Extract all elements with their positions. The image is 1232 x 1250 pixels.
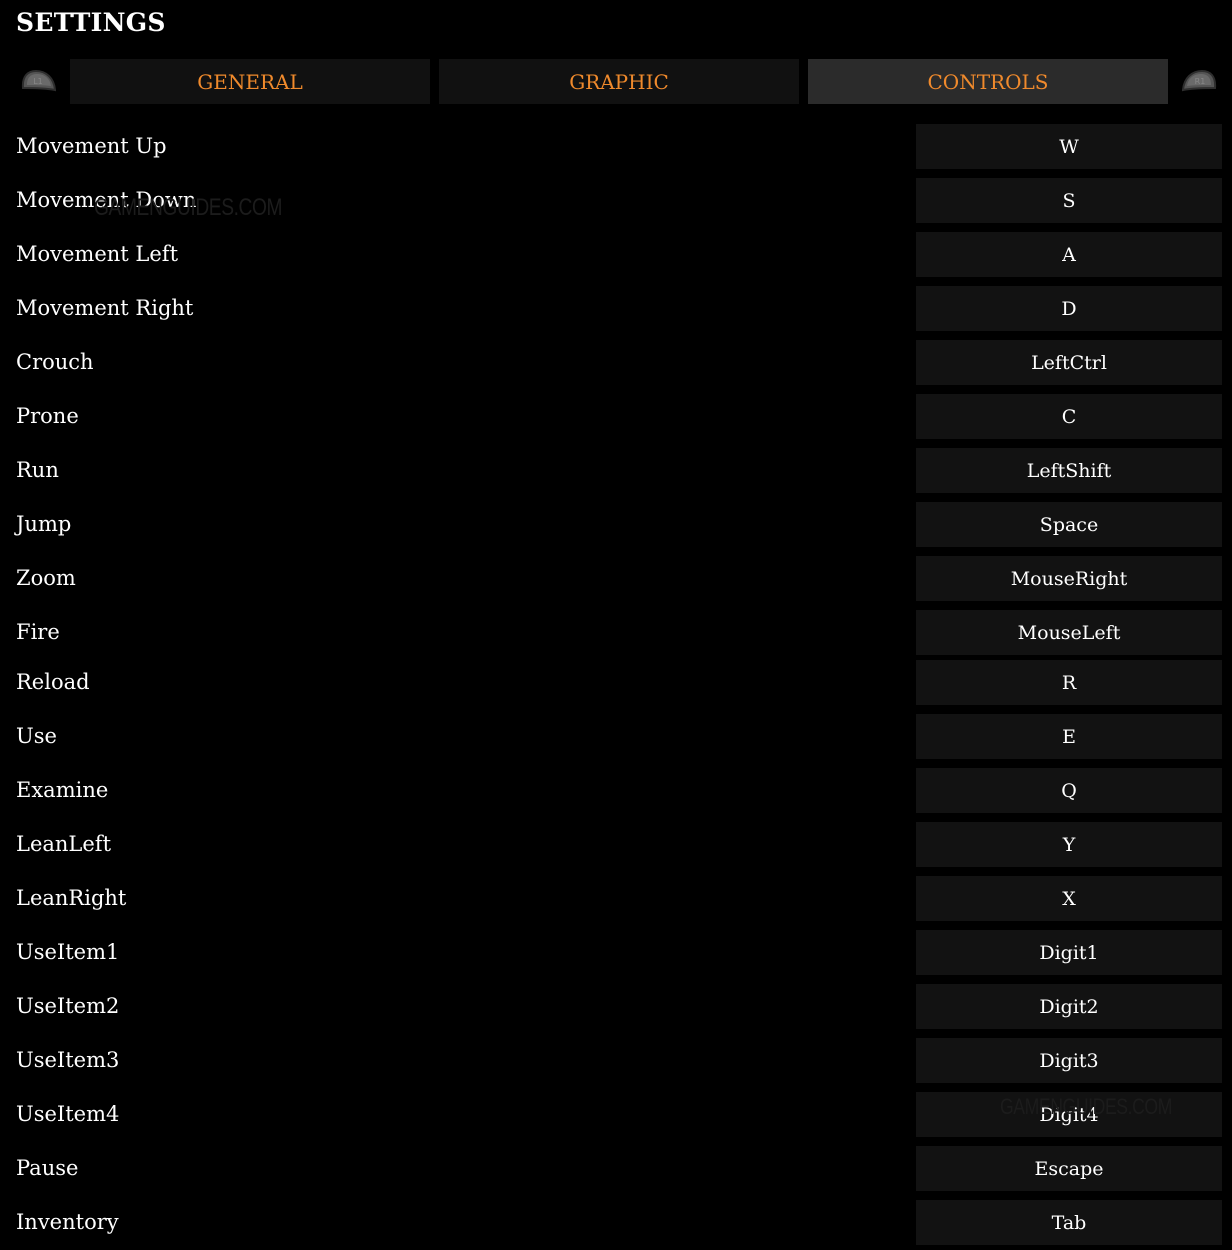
key-binding-button[interactable]: Tab [916,1200,1222,1245]
binding-row: Movement Up W [0,124,1232,169]
binding-row: Zoom MouseRight [0,556,1232,601]
binding-row: Jump Space [0,502,1232,547]
binding-row: LeanRight X [0,876,1232,921]
action-label: Inventory [16,1210,119,1234]
key-binding-button[interactable]: R [916,660,1222,705]
key-binding-button[interactable]: Q [916,768,1222,813]
key-binding-button[interactable]: Digit1 [916,930,1222,975]
action-label: Reload [16,670,90,694]
action-label: Movement Right [16,296,194,320]
action-label: Crouch [16,350,94,374]
r1-bumper-icon[interactable]: R1 [1182,68,1218,94]
tab-controls-label: CONTROLS [927,69,1049,94]
tab-graphic-label: GRAPHIC [569,69,669,94]
binding-row: LeanLeft Y [0,822,1232,867]
action-label: Movement Down [16,188,197,212]
binding-row: UseItem3 Digit3 [0,1038,1232,1083]
binding-row: Examine Q [0,768,1232,813]
action-label: LeanRight [16,886,127,910]
action-label: Pause [16,1156,79,1180]
binding-row: Reload R [0,660,1232,705]
tab-general-label: GENERAL [197,69,303,94]
action-label: Movement Left [16,242,179,266]
binding-row: UseItem4 Digit4 [0,1092,1232,1137]
key-binding-button[interactable]: Digit4 [916,1092,1222,1137]
action-label: Movement Up [16,134,167,158]
binding-row: Use E [0,714,1232,759]
tab-controls[interactable]: CONTROLS [808,59,1168,104]
key-binding-button[interactable]: Escape [916,1146,1222,1191]
key-binding-button[interactable]: W [916,124,1222,169]
l1-label: L1 [33,77,43,86]
action-label: LeanLeft [16,832,112,856]
key-binding-button[interactable]: MouseLeft [916,610,1222,655]
key-binding-button[interactable]: Digit2 [916,984,1222,1029]
key-binding-button[interactable]: E [916,714,1222,759]
action-label: Zoom [16,566,76,590]
action-label: Prone [16,404,79,428]
action-label: UseItem1 [16,940,120,964]
key-binding-button[interactable]: A [916,232,1222,277]
binding-row: Prone C [0,394,1232,439]
tab-graphic[interactable]: GRAPHIC [439,59,799,104]
key-binding-button[interactable]: Y [916,822,1222,867]
key-binding-button[interactable]: X [916,876,1222,921]
action-label: UseItem3 [16,1048,120,1072]
binding-row: Fire MouseLeft [0,610,1232,655]
binding-row: UseItem2 Digit2 [0,984,1232,1029]
binding-row: Pause Escape [0,1146,1232,1191]
page-title: SETTINGS [16,8,166,37]
key-binding-button[interactable]: LeftShift [916,448,1222,493]
key-binding-button[interactable]: LeftCtrl [916,340,1222,385]
binding-row: UseItem1 Digit1 [0,930,1232,975]
key-binding-button[interactable]: C [916,394,1222,439]
key-binding-button[interactable]: S [916,178,1222,223]
action-label: Fire [16,620,60,644]
binding-row: Movement Right D [0,286,1232,331]
action-label: UseItem2 [16,994,120,1018]
action-label: Run [16,458,59,482]
key-binding-button[interactable]: Digit3 [916,1038,1222,1083]
key-binding-button[interactable]: Space [916,502,1222,547]
action-label: Examine [16,778,109,802]
key-binding-button[interactable]: D [916,286,1222,331]
binding-row: Movement Down S [0,178,1232,223]
binding-row: Run LeftShift [0,448,1232,493]
action-label: Use [16,724,57,748]
binding-row: Inventory Tab [0,1200,1232,1245]
binding-row: Crouch LeftCtrl [0,340,1232,385]
action-label: UseItem4 [16,1102,120,1126]
action-label: Jump [16,512,72,536]
key-binding-button[interactable]: MouseRight [916,556,1222,601]
binding-row: Movement Left A [0,232,1232,277]
r1-label: R1 [1195,77,1206,86]
l1-bumper-icon[interactable]: L1 [20,68,56,94]
tab-general[interactable]: GENERAL [70,59,430,104]
